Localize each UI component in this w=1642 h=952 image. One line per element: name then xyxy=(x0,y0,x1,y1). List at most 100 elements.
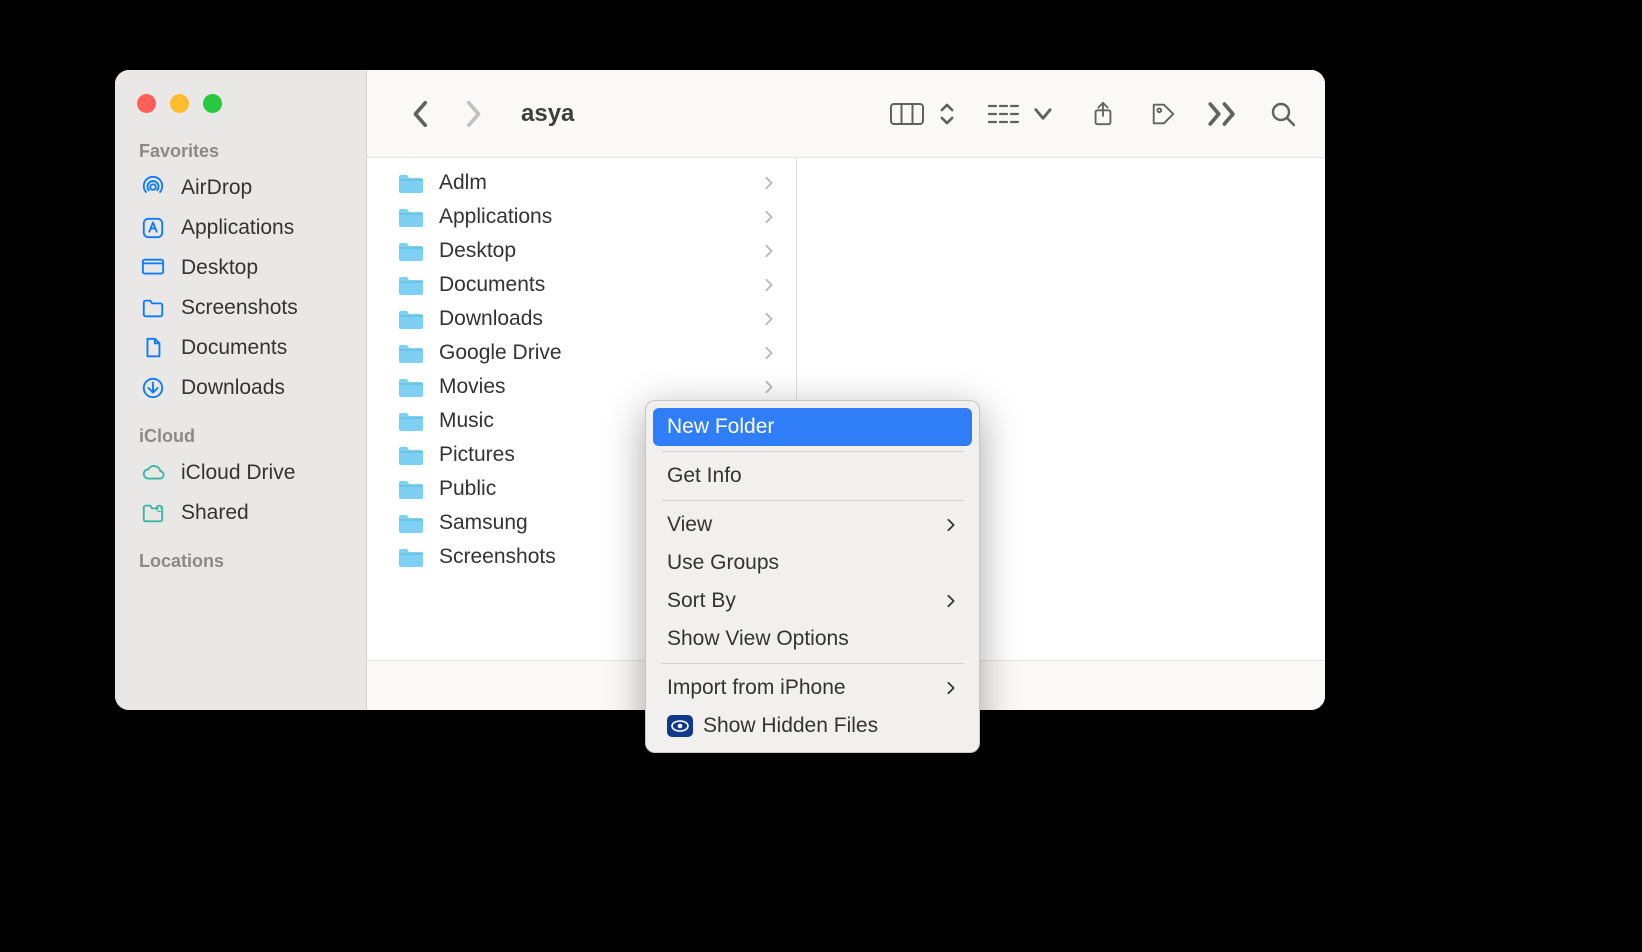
folder-icon xyxy=(397,171,427,195)
view-mode-control[interactable] xyxy=(883,94,958,134)
chevron-right-icon xyxy=(946,517,958,533)
sidebar-item-label: Applications xyxy=(181,216,294,240)
back-button[interactable] xyxy=(401,94,441,134)
toolbar: asya xyxy=(367,70,1325,158)
context-menu-item-show-view-options[interactable]: Show View Options xyxy=(653,620,972,658)
folder-icon xyxy=(397,239,427,263)
chevron-right-icon xyxy=(764,345,776,361)
sidebar-item-downloads[interactable]: Downloads xyxy=(115,368,366,408)
sidebar-item-label: Desktop xyxy=(181,256,258,280)
sidebar-item-airdrop[interactable]: AirDrop xyxy=(115,168,366,208)
file-item[interactable]: Adlm xyxy=(367,166,796,200)
sidebar-item-screenshots[interactable]: Screenshots xyxy=(115,288,366,328)
app-icon xyxy=(139,216,167,240)
context-menu-item-show-hidden-files[interactable]: Show Hidden Files xyxy=(653,707,972,745)
file-item[interactable]: Movies xyxy=(367,370,796,404)
sidebar-item-applications[interactable]: Applications xyxy=(115,208,366,248)
chevron-right-icon xyxy=(946,593,958,609)
context-menu-item-label: New Folder xyxy=(667,415,958,439)
chevron-right-icon xyxy=(764,311,776,327)
chevron-right-icon xyxy=(946,680,958,696)
file-item-label: Documents xyxy=(439,273,752,297)
file-item-label: Downloads xyxy=(439,307,752,331)
share-button[interactable] xyxy=(1079,94,1127,134)
folder-icon xyxy=(139,296,167,320)
context-menu: New Folder Get Info View Use Groups Sort By S… xyxy=(645,400,980,753)
sidebar-section-label: iCloud xyxy=(115,408,366,453)
chevron-right-icon xyxy=(764,209,776,225)
folder-icon xyxy=(397,375,427,399)
close-window-button[interactable] xyxy=(137,94,156,113)
minimize-window-button[interactable] xyxy=(170,94,189,113)
context-menu-item-sort-by[interactable]: Sort By xyxy=(653,582,972,620)
maximize-window-button[interactable] xyxy=(203,94,222,113)
sidebar-item-icloud-drive[interactable]: iCloud Drive xyxy=(115,453,366,493)
traffic-lights xyxy=(115,70,366,123)
columns-view-icon xyxy=(883,94,931,134)
doc-icon xyxy=(139,336,167,360)
chevron-right-icon xyxy=(764,175,776,191)
folder-icon xyxy=(397,205,427,229)
forward-button[interactable] xyxy=(453,94,493,134)
context-menu-item-get-info[interactable]: Get Info xyxy=(653,457,972,495)
context-menu-separator xyxy=(661,663,964,664)
chevron-right-icon xyxy=(764,379,776,395)
folder-icon xyxy=(397,409,427,433)
sidebar-item-shared[interactable]: Shared xyxy=(115,493,366,533)
down-icon xyxy=(139,376,167,400)
sidebar-item-label: Shared xyxy=(181,501,249,525)
context-menu-item-label: View xyxy=(667,513,936,537)
file-item[interactable]: Applications xyxy=(367,200,796,234)
sidebar: FavoritesAirDropApplicationsDesktopScree… xyxy=(115,70,367,710)
context-menu-item-use-groups[interactable]: Use Groups xyxy=(653,544,972,582)
context-menu-item-label: Import from iPhone xyxy=(667,676,936,700)
sidebar-item-label: AirDrop xyxy=(181,176,252,200)
sidebar-item-label: Downloads xyxy=(181,376,285,400)
sidebar-section-label: Locations xyxy=(115,533,366,578)
chevron-right-icon xyxy=(764,243,776,259)
airdrop-icon xyxy=(139,176,167,200)
context-menu-item-label: Use Groups xyxy=(667,551,958,575)
context-menu-item-label: Show Hidden Files xyxy=(703,714,958,738)
sidebar-item-label: Screenshots xyxy=(181,296,298,320)
context-menu-item-label: Show View Options xyxy=(667,627,958,651)
file-item-label: Movies xyxy=(439,375,752,399)
grid-icon xyxy=(980,94,1028,134)
eye-icon xyxy=(667,715,693,737)
context-menu-item-import-from-iphone[interactable]: Import from iPhone xyxy=(653,669,972,707)
folder-icon xyxy=(397,477,427,501)
context-menu-item-label: Sort By xyxy=(667,589,936,613)
cloud-icon xyxy=(139,461,167,485)
folder-icon xyxy=(397,307,427,331)
updown-chevron-icon xyxy=(936,94,958,134)
shared-icon xyxy=(139,501,167,525)
window-title: asya xyxy=(521,100,861,128)
file-item[interactable]: Documents xyxy=(367,268,796,302)
folder-icon xyxy=(397,443,427,467)
file-item-label: Applications xyxy=(439,205,752,229)
file-item-label: Desktop xyxy=(439,239,752,263)
chevron-down-icon xyxy=(1033,94,1053,134)
tags-button[interactable] xyxy=(1139,94,1187,134)
context-menu-item-view[interactable]: View xyxy=(653,506,972,544)
context-menu-item-new-folder[interactable]: New Folder xyxy=(653,408,972,446)
file-item[interactable]: Desktop xyxy=(367,234,796,268)
file-item-label: Adlm xyxy=(439,171,752,195)
file-item[interactable]: Google Drive xyxy=(367,336,796,370)
sidebar-item-label: iCloud Drive xyxy=(181,461,295,485)
file-item[interactable]: Downloads xyxy=(367,302,796,336)
sidebar-item-desktop[interactable]: Desktop xyxy=(115,248,366,288)
folder-icon xyxy=(397,511,427,535)
file-item-label: Google Drive xyxy=(439,341,752,365)
sidebar-item-documents[interactable]: Documents xyxy=(115,328,366,368)
sidebar-item-label: Documents xyxy=(181,336,287,360)
search-button[interactable] xyxy=(1259,94,1307,134)
more-button[interactable] xyxy=(1199,94,1247,134)
group-by-control[interactable] xyxy=(980,94,1053,134)
context-menu-separator xyxy=(661,500,964,501)
context-menu-separator xyxy=(661,451,964,452)
chevron-right-icon xyxy=(764,277,776,293)
folder-icon xyxy=(397,341,427,365)
folder-icon xyxy=(397,273,427,297)
desktop-icon xyxy=(139,256,167,280)
